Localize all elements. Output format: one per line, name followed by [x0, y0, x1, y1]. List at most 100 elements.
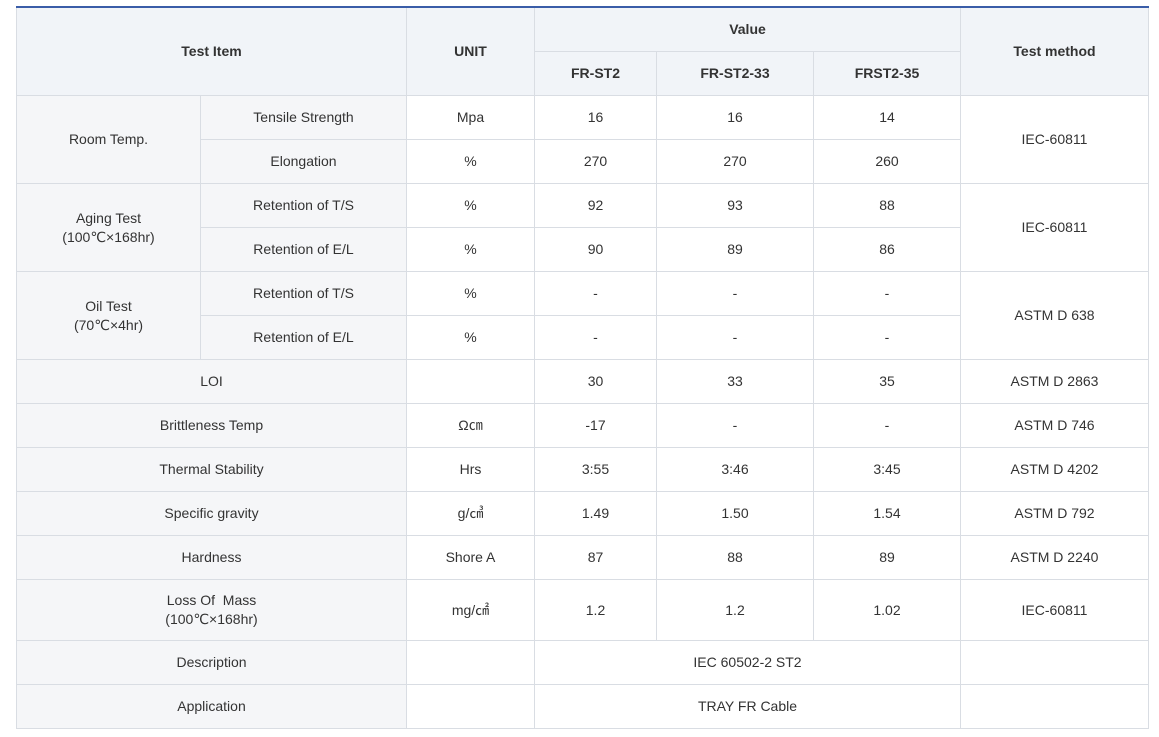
- table-row: Description IEC 60502-2 ST2: [16, 640, 1149, 685]
- table-row: Brittleness Temp Ω㎝ -17 - - ASTM D 746: [16, 403, 1149, 448]
- spec-table-container: Test Item UNIT Value Test method FR-ST2 …: [16, 6, 1149, 729]
- unit-cell: [406, 359, 535, 404]
- value-cell: -: [534, 315, 657, 360]
- group-label-line1: Aging Test: [75, 209, 142, 226]
- item-label-line2: (100℃×168hr): [165, 611, 258, 627]
- item-label-loss-of-mass: Loss Of Mass (100℃×168hr): [16, 579, 407, 641]
- unit-cell: Hrs: [406, 447, 535, 492]
- table-row: Loss Of Mass (100℃×168hr) mg/㎠ 1.2 1.2 1.…: [16, 579, 1149, 641]
- table-row: Hardness Shore A 87 88 89 ASTM D 2240: [16, 535, 1149, 580]
- value-cell: -: [656, 271, 814, 316]
- item-label: Thermal Stability: [16, 447, 407, 492]
- value-cell: 30: [534, 359, 657, 404]
- value-cell: -17: [534, 403, 657, 448]
- table-row: Thermal Stability Hrs 3:55 3:46 3:45 AST…: [16, 447, 1149, 492]
- value-cell: 3:45: [813, 447, 961, 492]
- item-label: Specific gravity: [16, 491, 407, 536]
- group-label-line2: (100℃×168hr): [62, 228, 155, 245]
- header-product-2: FR-ST2-33: [656, 51, 814, 96]
- value-cell: 1.54: [813, 491, 961, 536]
- group-label-line1: Oil Test: [85, 297, 132, 314]
- method-cell: ASTM D 638: [960, 271, 1149, 360]
- header-test-method: Test method: [960, 6, 1149, 96]
- method-cell: IEC-60811: [960, 183, 1149, 272]
- unit-cell: %: [406, 271, 535, 316]
- value-cell: 88: [656, 535, 814, 580]
- unit-cell: [406, 684, 535, 729]
- value-cell: 87: [534, 535, 657, 580]
- application-value: TRAY FR Cable: [534, 684, 961, 729]
- method-cell: IEC-60811: [960, 579, 1149, 641]
- header-product-1: FR-ST2: [534, 51, 657, 96]
- value-cell: 1.02: [813, 579, 961, 641]
- item-label: Retention of T/S: [200, 183, 407, 228]
- header-unit: UNIT: [406, 6, 535, 96]
- value-cell: -: [813, 403, 961, 448]
- item-label: Elongation: [200, 139, 407, 184]
- value-cell: 1.50: [656, 491, 814, 536]
- unit-cell: Mpa: [406, 95, 535, 140]
- method-cell: ASTM D 4202: [960, 447, 1149, 492]
- item-label: Retention of E/L: [200, 227, 407, 272]
- value-cell: -: [534, 271, 657, 316]
- value-cell: 3:46: [656, 447, 814, 492]
- table-row: Aging Test (100℃×168hr) Retention of T/S …: [16, 183, 1149, 272]
- value-cell: 14: [813, 95, 961, 140]
- method-cell: ASTM D 2240: [960, 535, 1149, 580]
- method-cell: IEC-60811: [960, 95, 1149, 184]
- header-row-1: Test Item UNIT Value Test method: [16, 6, 1149, 96]
- value-cell: 1.2: [534, 579, 657, 641]
- value-cell: 86: [813, 227, 961, 272]
- unit-cell: %: [406, 139, 535, 184]
- value-cell: -: [656, 403, 814, 448]
- table-row: Application TRAY FR Cable: [16, 684, 1149, 729]
- group-label-aging-test: Aging Test (100℃×168hr): [16, 183, 201, 272]
- value-cell: -: [813, 271, 961, 316]
- header-product-3: FRST2-35: [813, 51, 961, 96]
- value-cell: 16: [656, 95, 814, 140]
- value-cell: 1.2: [656, 579, 814, 641]
- group-label-room-temp: Room Temp.: [16, 95, 201, 184]
- unit-cell: Ω㎝: [406, 403, 535, 448]
- table-row: LOI 30 33 35 ASTM D 2863: [16, 359, 1149, 404]
- unit-cell: g/㎤: [406, 491, 535, 536]
- method-cell: ASTM D 746: [960, 403, 1149, 448]
- table-row: Room Temp. Tensile Strength Mpa 16 16 14…: [16, 95, 1149, 184]
- unit-cell: %: [406, 227, 535, 272]
- item-label-line1: Loss Of Mass: [166, 592, 257, 608]
- header-value: Value: [534, 6, 961, 52]
- group-label-line2: (70℃×4hr): [73, 316, 144, 333]
- value-cell: 260: [813, 139, 961, 184]
- header-test-item: Test Item: [16, 6, 407, 96]
- method-cell: [960, 684, 1149, 729]
- item-label: Retention of T/S: [200, 271, 407, 316]
- item-label: Hardness: [16, 535, 407, 580]
- item-label: LOI: [16, 359, 407, 404]
- group-label-oil-test: Oil Test (70℃×4hr): [16, 271, 201, 360]
- value-cell: 89: [813, 535, 961, 580]
- value-cell: 93: [656, 183, 814, 228]
- item-label: Retention of E/L: [200, 315, 407, 360]
- item-label: Tensile Strength: [200, 95, 407, 140]
- value-cell: 92: [534, 183, 657, 228]
- description-value: IEC 60502-2 ST2: [534, 640, 961, 685]
- item-label: Brittleness Temp: [16, 403, 407, 448]
- unit-cell: Shore A: [406, 535, 535, 580]
- value-cell: 33: [656, 359, 814, 404]
- value-cell: -: [656, 315, 814, 360]
- value-cell: 1.49: [534, 491, 657, 536]
- unit-cell: [406, 640, 535, 685]
- unit-cell: %: [406, 315, 535, 360]
- value-cell: 88: [813, 183, 961, 228]
- value-cell: 89: [656, 227, 814, 272]
- spec-table: Test Item UNIT Value Test method FR-ST2 …: [16, 6, 1149, 729]
- value-cell: 35: [813, 359, 961, 404]
- value-cell: 90: [534, 227, 657, 272]
- unit-cell: mg/㎠: [406, 579, 535, 641]
- value-cell: 270: [656, 139, 814, 184]
- table-row: Oil Test (70℃×4hr) Retention of T/S % - -…: [16, 271, 1149, 360]
- method-cell: ASTM D 2863: [960, 359, 1149, 404]
- table-row: Specific gravity g/㎤ 1.49 1.50 1.54 ASTM…: [16, 491, 1149, 536]
- value-cell: 16: [534, 95, 657, 140]
- item-label-application: Application: [16, 684, 407, 729]
